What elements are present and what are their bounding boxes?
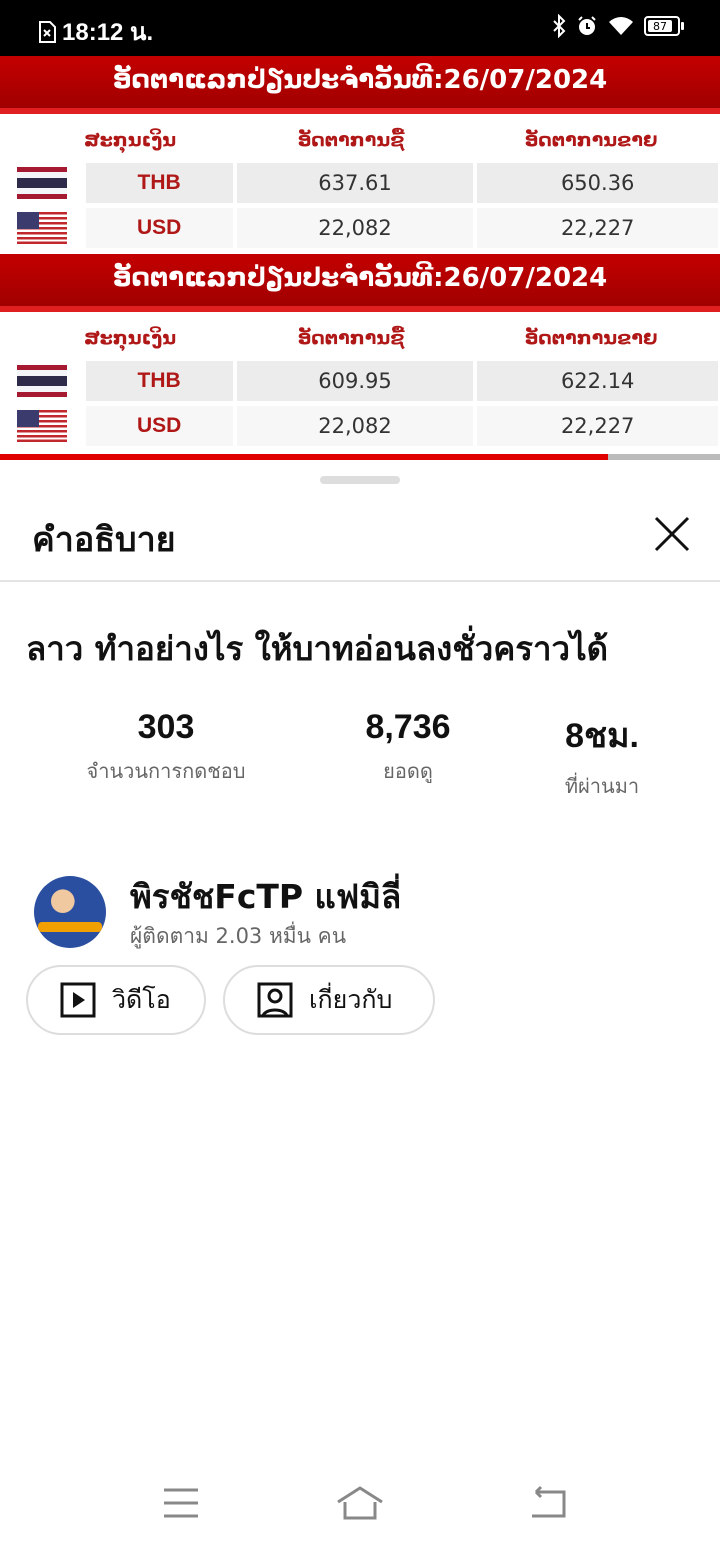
sheet-title: คำอธิบาย <box>32 520 176 560</box>
currency-cell: THB <box>85 162 233 203</box>
alarm-icon <box>578 16 596 35</box>
divider <box>0 580 720 582</box>
buy-cell: 22,082 <box>236 405 474 446</box>
views-label: ยอดดู <box>383 759 433 783</box>
channel-avatar[interactable] <box>34 876 106 948</box>
views-count: 8,736 <box>365 708 451 746</box>
buy-cell: 637.61 <box>236 162 474 203</box>
rate-banner: ອັດຕາແລກປ່ຽນປະຈຳວັນທີ:26/07/2024 <box>0 254 720 312</box>
buy-cell: 22,082 <box>236 207 474 248</box>
description-sheet: คำอธิบาย ลาว ทำอย่างไร ให้บาทอ่อนลงชั่วค… <box>0 460 720 1544</box>
about-button[interactable]: เกี่ยวกับ <box>223 965 435 1035</box>
upload-time-label: ที่ผ่านมา <box>564 774 640 798</box>
currency-header: ສະກຸນເງິນ <box>84 129 177 151</box>
usa-flag-icon <box>16 211 67 244</box>
table-row: THB 637.61 650.36 <box>0 160 720 205</box>
sell-cell: 22,227 <box>477 405 718 446</box>
buy-header: ອັດຕາການຊື້ <box>297 327 405 349</box>
rate-table: ສະກຸນເງິນ ອັດຕາການຊື້ ອັດຕາການຂາຍ THB 60… <box>0 312 720 452</box>
thailand-flag-icon <box>16 364 67 397</box>
bluetooth-icon <box>553 14 566 38</box>
sell-cell: 22,227 <box>477 207 718 248</box>
rate-header-row: ສະກຸນເງິນ ອັດຕາການຊື້ ອັດຕາການຂາຍ <box>0 318 720 358</box>
status-left: 18:12 น. <box>38 12 153 51</box>
close-icon[interactable] <box>648 510 696 558</box>
sim-off-icon <box>39 20 56 43</box>
table-row: THB 609.95 622.14 <box>0 358 720 403</box>
currency-cell: USD <box>85 207 233 248</box>
thailand-flag-icon <box>16 166 67 199</box>
table-row: USD 22,082 22,227 <box>0 205 720 250</box>
table-row: USD 22,082 22,227 <box>0 403 720 448</box>
video-title: ลาว ทำอย่างไร ให้บาทอ่อนลงชั่วคราวได้ <box>26 629 609 668</box>
upload-time-value: 8ชม. <box>565 717 639 755</box>
video-player[interactable]: ອັດຕາແລກປ່ຽນປະຈຳວັນທີ:26/07/2024 ສະກຸນເງ… <box>0 56 720 460</box>
buy-cell: 609.95 <box>236 360 474 401</box>
channel-name[interactable]: พิรชัชFcTP แฟมิลี่ <box>130 870 401 923</box>
videos-button[interactable]: วิดีโอ <box>26 965 206 1035</box>
likes-stat: 303 จำนวนการกดชอบ <box>66 708 266 787</box>
currency-cell: USD <box>85 405 233 446</box>
likes-count: 303 <box>137 708 195 746</box>
menu-icon[interactable] <box>156 1484 206 1522</box>
rate-header-row: ສະກຸນເງິນ ອັດຕາການຊື້ ອັດຕາການຂາຍ <box>0 120 720 160</box>
battery-level: 87 <box>653 19 667 33</box>
sell-cell: 650.36 <box>477 162 718 203</box>
likes-label: จำนวนการกดชอบ <box>86 759 246 783</box>
status-right: 87 <box>552 14 684 38</box>
views-stat: 8,736 ยอดดู <box>328 708 488 787</box>
back-icon[interactable] <box>524 1484 574 1522</box>
sell-header: ອັດຕາການຂາຍ <box>524 327 658 349</box>
clock: 18:12 น. <box>62 19 154 46</box>
currency-header: ສະກຸນເງິນ <box>84 327 177 349</box>
buy-header: ອັດຕາການຊື້ <box>297 129 405 151</box>
currency-cell: THB <box>85 360 233 401</box>
subscriber-count: ผู้ติดตาม 2.03 หมื่น คน <box>130 924 347 948</box>
rate-banner: ອັດຕາແລກປ່ຽນປະຈຳວັນທີ:26/07/2024 <box>0 56 720 114</box>
person-icon <box>257 982 293 1018</box>
videos-button-label: วิดีโอ <box>112 985 171 1014</box>
home-icon[interactable] <box>335 1484 385 1522</box>
battery-icon: 87 <box>644 16 684 36</box>
navigation-bar <box>0 1460 720 1544</box>
exchange-rate-block: ອັດຕາແລກປ່ຽນປະຈຳວັນທີ:26/07/2024 ສະກຸນເງ… <box>0 254 720 452</box>
exchange-rate-block: ອັດຕາແລກປ່ຽນປະຈຳວັນທີ:26/07/2024 ສະກຸນເງ… <box>0 56 720 254</box>
status-bar: 18:12 น. 87 <box>0 0 720 56</box>
upload-time-stat: 8ชม. ที่ผ่านมา <box>532 708 672 802</box>
about-button-label: เกี่ยวกับ <box>309 985 393 1014</box>
wifi-icon <box>609 17 633 35</box>
rate-table: ສະກຸນເງິນ ອັດຕາການຊື້ ອັດຕາການຂາຍ THB 63… <box>0 114 720 254</box>
sell-cell: 622.14 <box>477 360 718 401</box>
usa-flag-icon <box>16 409 67 442</box>
sell-header: ອັດຕາການຂາຍ <box>524 129 658 151</box>
play-video-icon <box>60 982 96 1018</box>
drag-handle[interactable] <box>320 476 400 484</box>
